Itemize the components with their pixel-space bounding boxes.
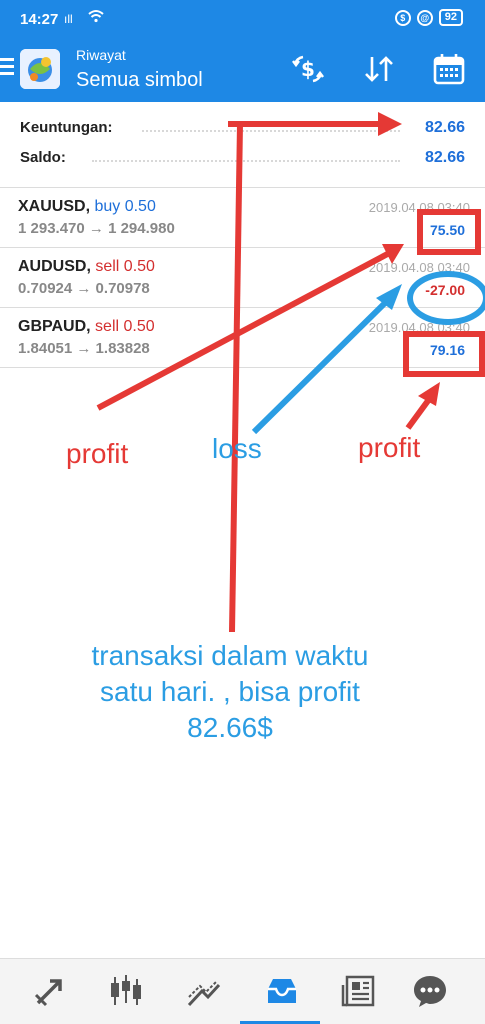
- trade-icon[interactable]: [186, 973, 222, 1009]
- blue-annotation-marks: [251, 271, 485, 435]
- red-box-profit-1: [417, 209, 481, 255]
- red-left-arrow: [96, 247, 397, 411]
- annotation-overlay: [96, 112, 485, 633]
- red-box-profit-2: [403, 331, 485, 377]
- annotation-loss: loss: [212, 433, 262, 464]
- red-vertical-line: [229, 123, 243, 633]
- blue-arrow: [251, 297, 391, 435]
- blue-circle-loss: [407, 271, 485, 325]
- annotation-note-line: transaksi dalam waktu: [91, 640, 369, 671]
- chat-icon[interactable]: [412, 973, 448, 1009]
- news-icon[interactable]: [341, 973, 377, 1009]
- annotation-note-line: 82.66$: [187, 712, 273, 743]
- annotation-profit-left: profit: [66, 438, 129, 469]
- bottom-navigation: [0, 958, 485, 1024]
- quotes-icon[interactable]: [32, 973, 68, 1009]
- red-right-arrow: [405, 396, 433, 430]
- annotation-profit-right: profit: [358, 432, 421, 463]
- red-annotation-marks: [96, 121, 485, 633]
- annotation-note-line: satu hari. , bisa profit: [100, 676, 360, 707]
- history-icon[interactable]: [264, 973, 300, 1009]
- red-top-arrowhead: [378, 112, 402, 136]
- chart-candles-icon[interactable]: [108, 973, 144, 1009]
- annotation-note: transaksi dalam waktu satu hari. , bisa …: [20, 638, 440, 746]
